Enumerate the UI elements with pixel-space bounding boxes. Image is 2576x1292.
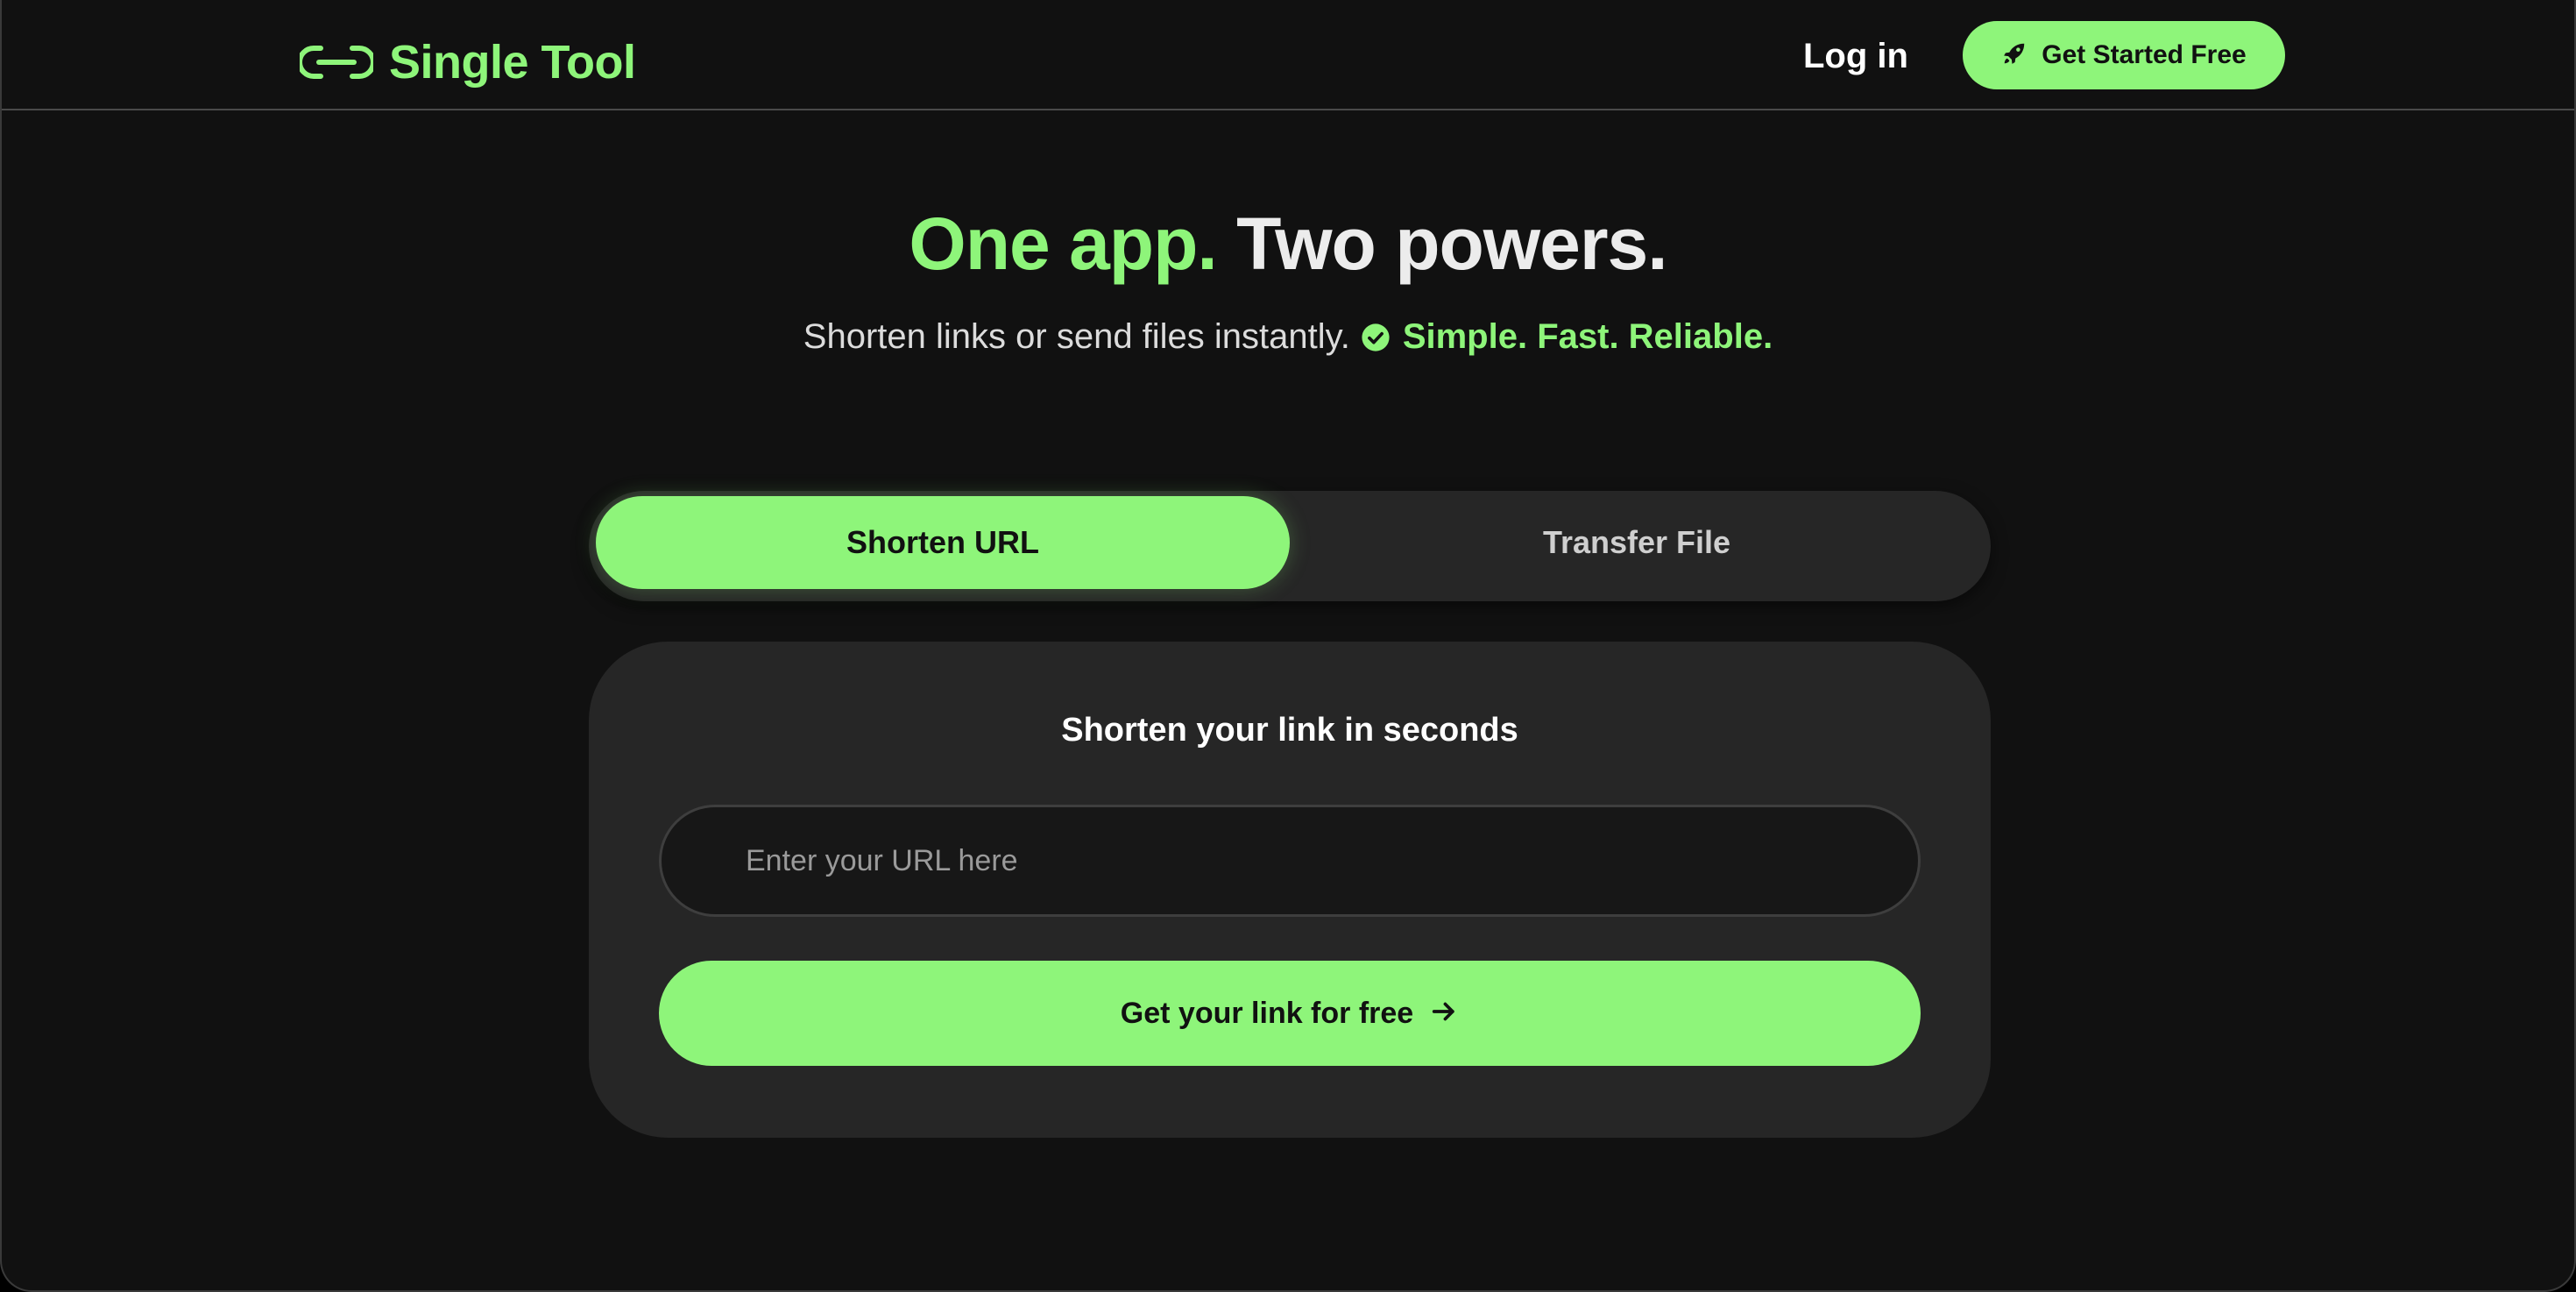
get-link-button[interactable]: Get your link for free bbox=[659, 961, 1921, 1066]
link-icon bbox=[300, 41, 373, 83]
hero-subtitle: Shorten links or send files instantly. S… bbox=[2, 317, 2574, 357]
top-nav: Single Tool Log in Get Started Free bbox=[2, 0, 2574, 110]
login-link[interactable]: Log in bbox=[1803, 33, 1908, 79]
mode-tabs: Shorten URL Transfer File bbox=[589, 491, 1991, 601]
hero-tagline: Simple. Fast. Reliable. bbox=[1402, 317, 1773, 356]
check-circle-icon bbox=[1361, 323, 1391, 352]
tab-shorten-url[interactable]: Shorten URL bbox=[596, 496, 1290, 589]
hero-subtitle-text: Shorten links or send files instantly. bbox=[803, 317, 1350, 356]
app-window: Single Tool Log in Get Started Free One … bbox=[0, 0, 2576, 1292]
shorten-card: Shorten your link in seconds Get your li… bbox=[589, 642, 1991, 1138]
arrow-right-icon bbox=[1429, 997, 1459, 1031]
get-started-button[interactable]: Get Started Free bbox=[1963, 21, 2285, 89]
tab-transfer-file[interactable]: Transfer File bbox=[1290, 496, 1984, 589]
logo[interactable]: Single Tool bbox=[300, 33, 636, 91]
get-link-label: Get your link for free bbox=[1120, 996, 1414, 1030]
hero-title-rest: Two powers. bbox=[1236, 202, 1667, 285]
get-started-label: Get Started Free bbox=[2042, 40, 2247, 69]
logo-text: Single Tool bbox=[389, 36, 636, 89]
url-input[interactable] bbox=[659, 805, 1921, 917]
hero-title: One app. Two powers. bbox=[2, 202, 2574, 287]
rocket-icon bbox=[2001, 40, 2028, 71]
card-title: Shorten your link in seconds bbox=[1061, 712, 1518, 749]
hero-title-highlight: One app. bbox=[909, 202, 1217, 285]
